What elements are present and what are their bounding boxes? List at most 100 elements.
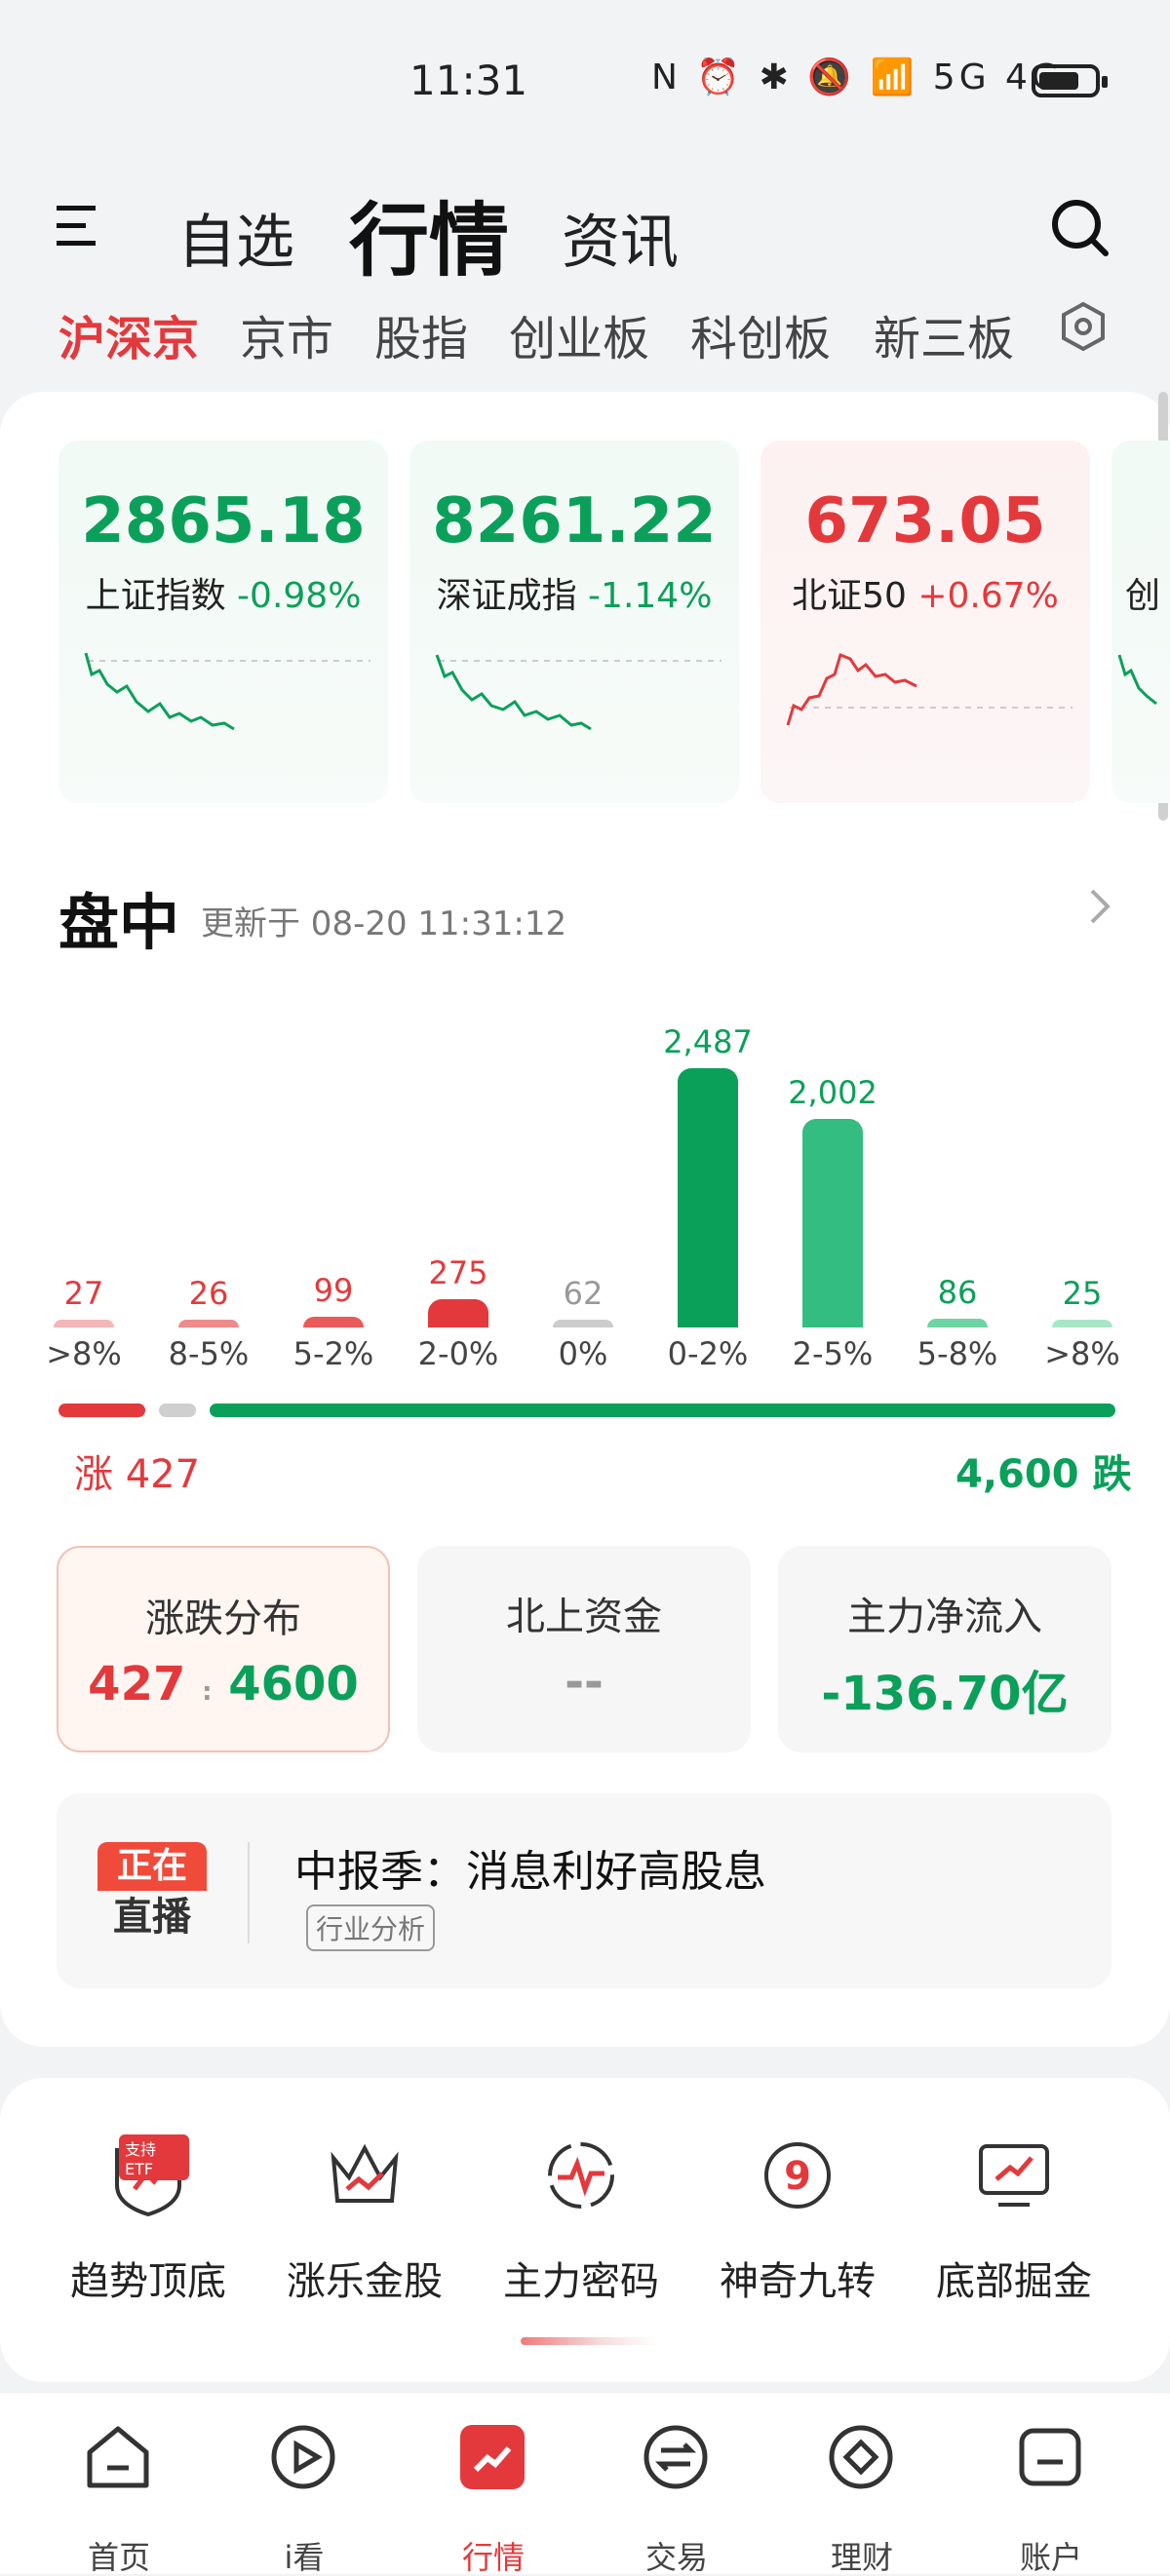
live-badge-top: 正在	[98, 1842, 207, 1891]
stat-card-distribution[interactable]: 涨跌分布 427 : 4600	[57, 1546, 390, 1752]
up-value: 427	[88, 1657, 186, 1711]
index-name: 创	[1125, 576, 1161, 616]
bar-category-label: >8%	[1044, 1335, 1120, 1372]
crown-chart-icon[interactable]	[324, 2134, 406, 2216]
menu-icon[interactable]	[57, 201, 101, 264]
sparkline	[84, 652, 370, 731]
stat-title: 涨跌分布	[145, 1596, 301, 1641]
bar-value-label: 25	[1062, 1275, 1103, 1312]
wealth-diamond-icon[interactable]	[825, 2421, 897, 2493]
account-icon[interactable]	[1014, 2421, 1086, 2493]
update-time: 更新于 08-20 11:31:12	[201, 904, 567, 943]
index-value: 8261.22	[432, 485, 717, 557]
bar-category-label: 5-8%	[916, 1335, 998, 1372]
up-count: 涨 427	[74, 1452, 201, 1497]
distribution-bar	[54, 1320, 114, 1327]
stat-value: -136.70亿	[821, 1667, 1069, 1721]
index-name-row: 上证指数 -0.98%	[58, 567, 388, 618]
stat-card-mainflow[interactable]: 主力净流入 -136.70亿	[778, 1546, 1112, 1752]
subtab-jingshi[interactable]: 京市	[240, 300, 333, 368]
index-name: 北证50	[792, 576, 907, 616]
down-value: 4600	[228, 1657, 359, 1711]
subtab-xinsanban[interactable]: 新三板	[874, 300, 1014, 368]
nav-ikan[interactable]: i看	[246, 2542, 363, 2573]
stat-title: 主力净流入	[847, 1595, 1042, 1639]
stat-value: --	[565, 1655, 604, 1710]
monitor-chart-icon[interactable]	[973, 2134, 1055, 2216]
nav-zhanghu[interactable]: 账户	[993, 2542, 1110, 2573]
bar-value-label: 86	[937, 1274, 978, 1311]
index-name-row: 深证成指 -1.14%	[410, 567, 739, 618]
nine-circle-icon[interactable]: 9	[757, 2134, 838, 2216]
flat-ratio-bar	[159, 1403, 196, 1417]
index-change: -1.14%	[588, 576, 713, 616]
status-time: 11:31	[410, 57, 528, 104]
nav-hangqing[interactable]: 行情	[435, 2542, 552, 2573]
index-card-chuangye[interactable]: 创	[1112, 441, 1170, 803]
divider	[248, 1842, 250, 1943]
status-icons: N ⏰ ✱ 🔕 📶 5G 4G	[651, 58, 1063, 97]
subtab-guzhi[interactable]: 股指	[374, 300, 468, 368]
tool-label-qushi[interactable]: 趋势顶底	[41, 2249, 255, 2306]
nav-licai[interactable]: 理财	[803, 2542, 920, 2573]
settings-hexagon-icon[interactable]	[1055, 298, 1112, 355]
tab-zixun[interactable]: 资讯	[562, 195, 679, 280]
distribution-bar	[802, 1119, 863, 1327]
live-tag: 行业分析	[306, 1904, 436, 1951]
trend-shield-icon[interactable]: 支持ETF	[107, 2134, 189, 2217]
home-icon[interactable]	[82, 2421, 154, 2493]
bar-category-label: 0%	[558, 1335, 608, 1372]
bar-value-label: 2,002	[788, 1074, 878, 1111]
subtab-chuangyeban[interactable]: 创业板	[509, 300, 649, 368]
live-badge: 正在 直播	[98, 1842, 207, 1943]
sparkline	[1117, 654, 1157, 706]
bar-value-label: 275	[428, 1254, 488, 1291]
distribution-bar	[553, 1320, 613, 1327]
play-circle-icon[interactable]	[267, 2421, 339, 2493]
tool-label-dibu[interactable]: 底部掘金	[907, 2249, 1121, 2306]
svg-text:9: 9	[784, 2154, 811, 2199]
distribution-bar	[678, 1068, 738, 1327]
distribution-bar	[303, 1317, 364, 1327]
bar-value-label: 99	[313, 1272, 354, 1309]
index-name-row: 北证50 +0.67%	[760, 567, 1090, 618]
tab-hangqing[interactable]: 行情	[349, 175, 509, 291]
exchange-icon[interactable]	[640, 2421, 712, 2493]
ratio-separator: :	[202, 1677, 213, 1707]
nav-jiaoyi[interactable]: 交易	[618, 2542, 735, 2573]
distribution-bar	[428, 1299, 488, 1327]
chevron-right-icon[interactable]	[1088, 887, 1112, 936]
index-name: 深证成指	[436, 576, 577, 616]
live-title: 中报季：消息利好高股息	[294, 1847, 766, 1897]
tool-label-jiuzhuan[interactable]: 神奇九转	[690, 2249, 905, 2306]
stat-value: 427 : 4600	[58, 1657, 388, 1711]
bar-category-label: 8-5%	[168, 1335, 250, 1372]
stat-card-northbound[interactable]: 北上资金 --	[417, 1546, 751, 1752]
tab-zixuan[interactable]: 自选	[177, 195, 294, 280]
sparkline	[786, 652, 1072, 726]
tool-label-zhuli[interactable]: 主力密码	[474, 2249, 688, 2306]
index-change: +0.67%	[917, 576, 1059, 616]
nav-home[interactable]: 首页	[60, 2542, 177, 2573]
bar-category-label: 5-2%	[292, 1335, 374, 1372]
bar-category-label: 2-5%	[792, 1335, 874, 1372]
etf-badge: 支持ETF	[119, 2134, 189, 2180]
subtab-kechuangban[interactable]: 科创板	[690, 300, 831, 368]
index-card-shanghai[interactable]: 2865.18 上证指数 -0.98%	[58, 441, 388, 803]
index-card-shenzhen[interactable]: 8261.22 深证成指 -1.14%	[410, 441, 739, 803]
search-icon[interactable]	[1049, 197, 1112, 259]
up-ratio-bar	[58, 1403, 145, 1417]
bar-value-label: 27	[63, 1275, 104, 1312]
tool-label-zhangle[interactable]: 涨乐金股	[257, 2249, 472, 2306]
pulse-circle-icon[interactable]	[540, 2134, 622, 2216]
subtab-hushenjing[interactable]: 沪深京	[58, 300, 199, 368]
index-name: 上证指数	[85, 576, 226, 616]
distribution-bar	[178, 1320, 239, 1327]
index-card-beizheng50[interactable]: 673.05 北证50 +0.67%	[760, 441, 1090, 803]
bar-category-label: 0-2%	[667, 1335, 749, 1372]
page-indicator	[521, 2337, 657, 2345]
live-banner[interactable]: 正在 直播 中报季：消息利好高股息 行业分析	[57, 1793, 1112, 1988]
bar-value-label: 26	[188, 1275, 229, 1312]
market-chart-icon[interactable]	[456, 2421, 528, 2493]
bar-value-label: 62	[563, 1275, 604, 1312]
